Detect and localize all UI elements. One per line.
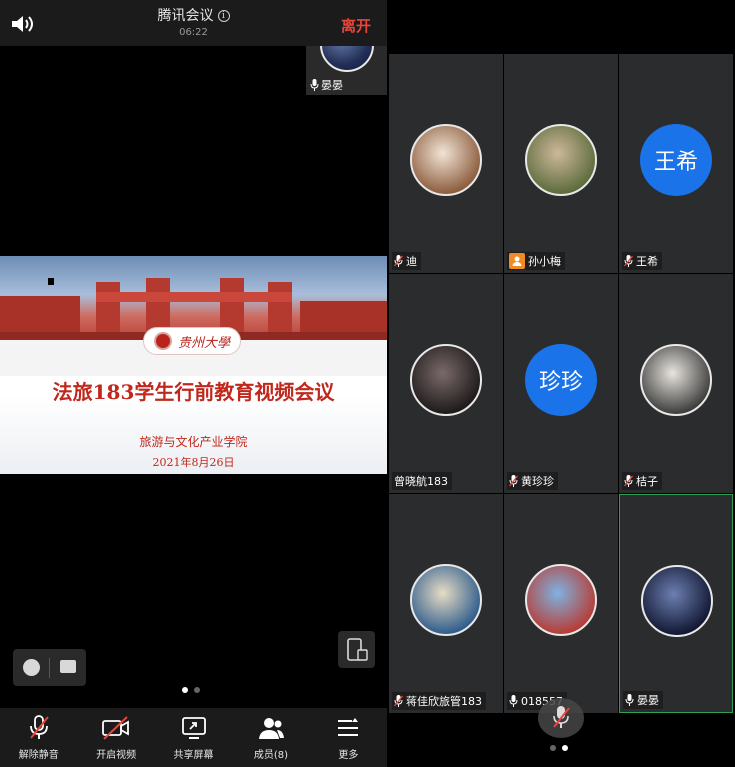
members-icon	[258, 718, 284, 739]
self-label: 晏晏	[310, 77, 343, 93]
user-icon	[509, 253, 525, 269]
mic-icon	[310, 79, 319, 91]
self-avatar	[320, 46, 374, 72]
page-indicator	[182, 687, 200, 693]
self-name: 晏晏	[321, 79, 343, 92]
page-dot-active[interactable]	[562, 745, 568, 751]
unmute-button[interactable]: 解除静音	[0, 708, 77, 767]
slide-title: 法旅183学生行前教育视频会议	[52, 380, 335, 404]
more-label: 更多	[338, 750, 359, 761]
participant-tile[interactable]: 王希 王希	[619, 54, 733, 273]
divider	[49, 658, 50, 678]
info-icon[interactable]: i	[217, 10, 230, 22]
share-screen-label: 共享屏幕	[173, 750, 214, 761]
mic-muted-icon	[394, 255, 403, 267]
participant-label: 桔子	[622, 472, 662, 490]
share-screen-button[interactable]: 共享屏幕	[155, 708, 232, 767]
shared-slide: 贵州大學 法旅183学生行前教育视频会议 旅游与文化产业学院 2021年8月26…	[0, 256, 387, 474]
participant-tile[interactable]: 蒋佳欣旅管183	[389, 494, 503, 713]
leave-button[interactable]: 离开	[341, 15, 371, 36]
self-video-thumbnail[interactable]: 晏晏	[306, 46, 387, 95]
participant-avatar	[410, 124, 482, 196]
participant-label: 迪	[392, 252, 421, 270]
participant-tile[interactable]: 孙小梅	[504, 54, 618, 273]
participant-name: 迪	[406, 255, 417, 268]
logo-text: 贵州大學	[177, 335, 230, 351]
chat-icon[interactable]	[60, 660, 76, 673]
participant-label: 晏晏	[623, 691, 663, 709]
participant-tile[interactable]: 018557	[504, 494, 618, 713]
participant-tile[interactable]: 晏晏	[619, 494, 733, 713]
video-off-icon	[102, 716, 130, 740]
slide-organization: 旅游与文化产业学院	[139, 435, 248, 449]
meeting-title: 腾讯会议	[157, 8, 214, 24]
participant-label: 蒋佳欣旅管183	[392, 692, 486, 710]
participant-tile[interactable]: 珍珍黄珍珍	[504, 274, 618, 493]
phone-rotate-icon	[347, 638, 368, 661]
more-button[interactable]: 更多	[310, 708, 387, 767]
participant-avatar	[410, 564, 482, 636]
start-video-button[interactable]: 开启视频	[77, 708, 154, 767]
unmute-label: 解除静音	[18, 750, 59, 761]
page-dot[interactable]	[550, 745, 556, 751]
page-dot[interactable]	[194, 687, 200, 693]
participant-gallery: 迪孙小梅 王希 王希 曾晓航183 珍珍 黄珍珍 桔子 蒋佳欣旅管183 018557 晏晏	[387, 0, 735, 767]
mic-icon	[509, 695, 518, 707]
meeting-timer: 06:22	[179, 27, 208, 38]
participant-label: 孙小梅	[507, 252, 565, 270]
participant-name: 王希	[636, 255, 658, 268]
mic-muted-icon	[394, 695, 403, 707]
slide-date: 2021年8月26日	[152, 456, 235, 469]
start-video-label: 开启视频	[96, 750, 137, 761]
participant-name: 孙小梅	[528, 255, 561, 268]
participant-avatar: 珍珍	[525, 344, 597, 416]
page-dot-active[interactable]	[182, 687, 188, 693]
meeting-title-area: 腾讯会议 i 06:22	[0, 5, 387, 38]
mic-muted-icon	[553, 706, 570, 728]
participant-name: 曾晓航183	[394, 475, 448, 488]
mic-muted-icon	[29, 715, 49, 739]
floating-mic-button[interactable]	[538, 698, 584, 738]
participant-avatar	[525, 124, 597, 196]
participant-avatar	[641, 565, 713, 637]
participant-label: 黄珍珍	[507, 472, 558, 490]
participant-avatar	[525, 564, 597, 636]
members-button[interactable]: 成员(8)	[232, 708, 309, 767]
university-logo: 贵州大學	[143, 327, 241, 355]
participant-name: 桔子	[636, 475, 658, 488]
participant-name: 黄珍珍	[521, 475, 554, 488]
participant-avatar: 王希	[640, 124, 712, 196]
gallery-page-indicator	[550, 745, 568, 751]
participant-avatar	[410, 344, 482, 416]
share-screen-icon	[181, 717, 206, 739]
reaction-panel	[13, 649, 86, 686]
avatar-initials: 珍珍	[538, 370, 583, 395]
participant-tile[interactable]: 桔子	[619, 274, 733, 493]
mic-icon	[625, 694, 634, 706]
mic-muted-icon	[624, 475, 633, 487]
switch-view-button[interactable]	[338, 631, 375, 668]
avatar-initials: 王希	[653, 150, 698, 175]
participant-label: 曾晓航183	[392, 472, 452, 490]
bottom-toolbar: 解除静音 开启视频 共享屏幕 成员(8) 更多	[0, 708, 387, 767]
participant-label: 王希	[622, 252, 662, 270]
more-menu-icon	[338, 718, 359, 736]
participant-tile[interactable]: 迪	[389, 54, 503, 273]
participant-name: 晏晏	[637, 694, 659, 707]
main-meeting-view: 腾讯会议 i 06:22 离开 晏晏 贵州大學 法旅183学生行前教育视频会议 …	[0, 0, 387, 767]
members-label: 成员(8)	[253, 750, 288, 761]
emoji-icon[interactable]	[23, 659, 40, 676]
participant-tile[interactable]: 曾晓航183	[389, 274, 503, 493]
participant-avatar	[640, 344, 712, 416]
participant-name: 蒋佳欣旅管183	[406, 695, 482, 708]
university-seal-icon	[153, 332, 172, 350]
top-bar: 腾讯会议 i 06:22 离开	[0, 0, 387, 46]
mic-muted-icon	[624, 255, 633, 267]
mic-muted-icon	[509, 475, 518, 487]
